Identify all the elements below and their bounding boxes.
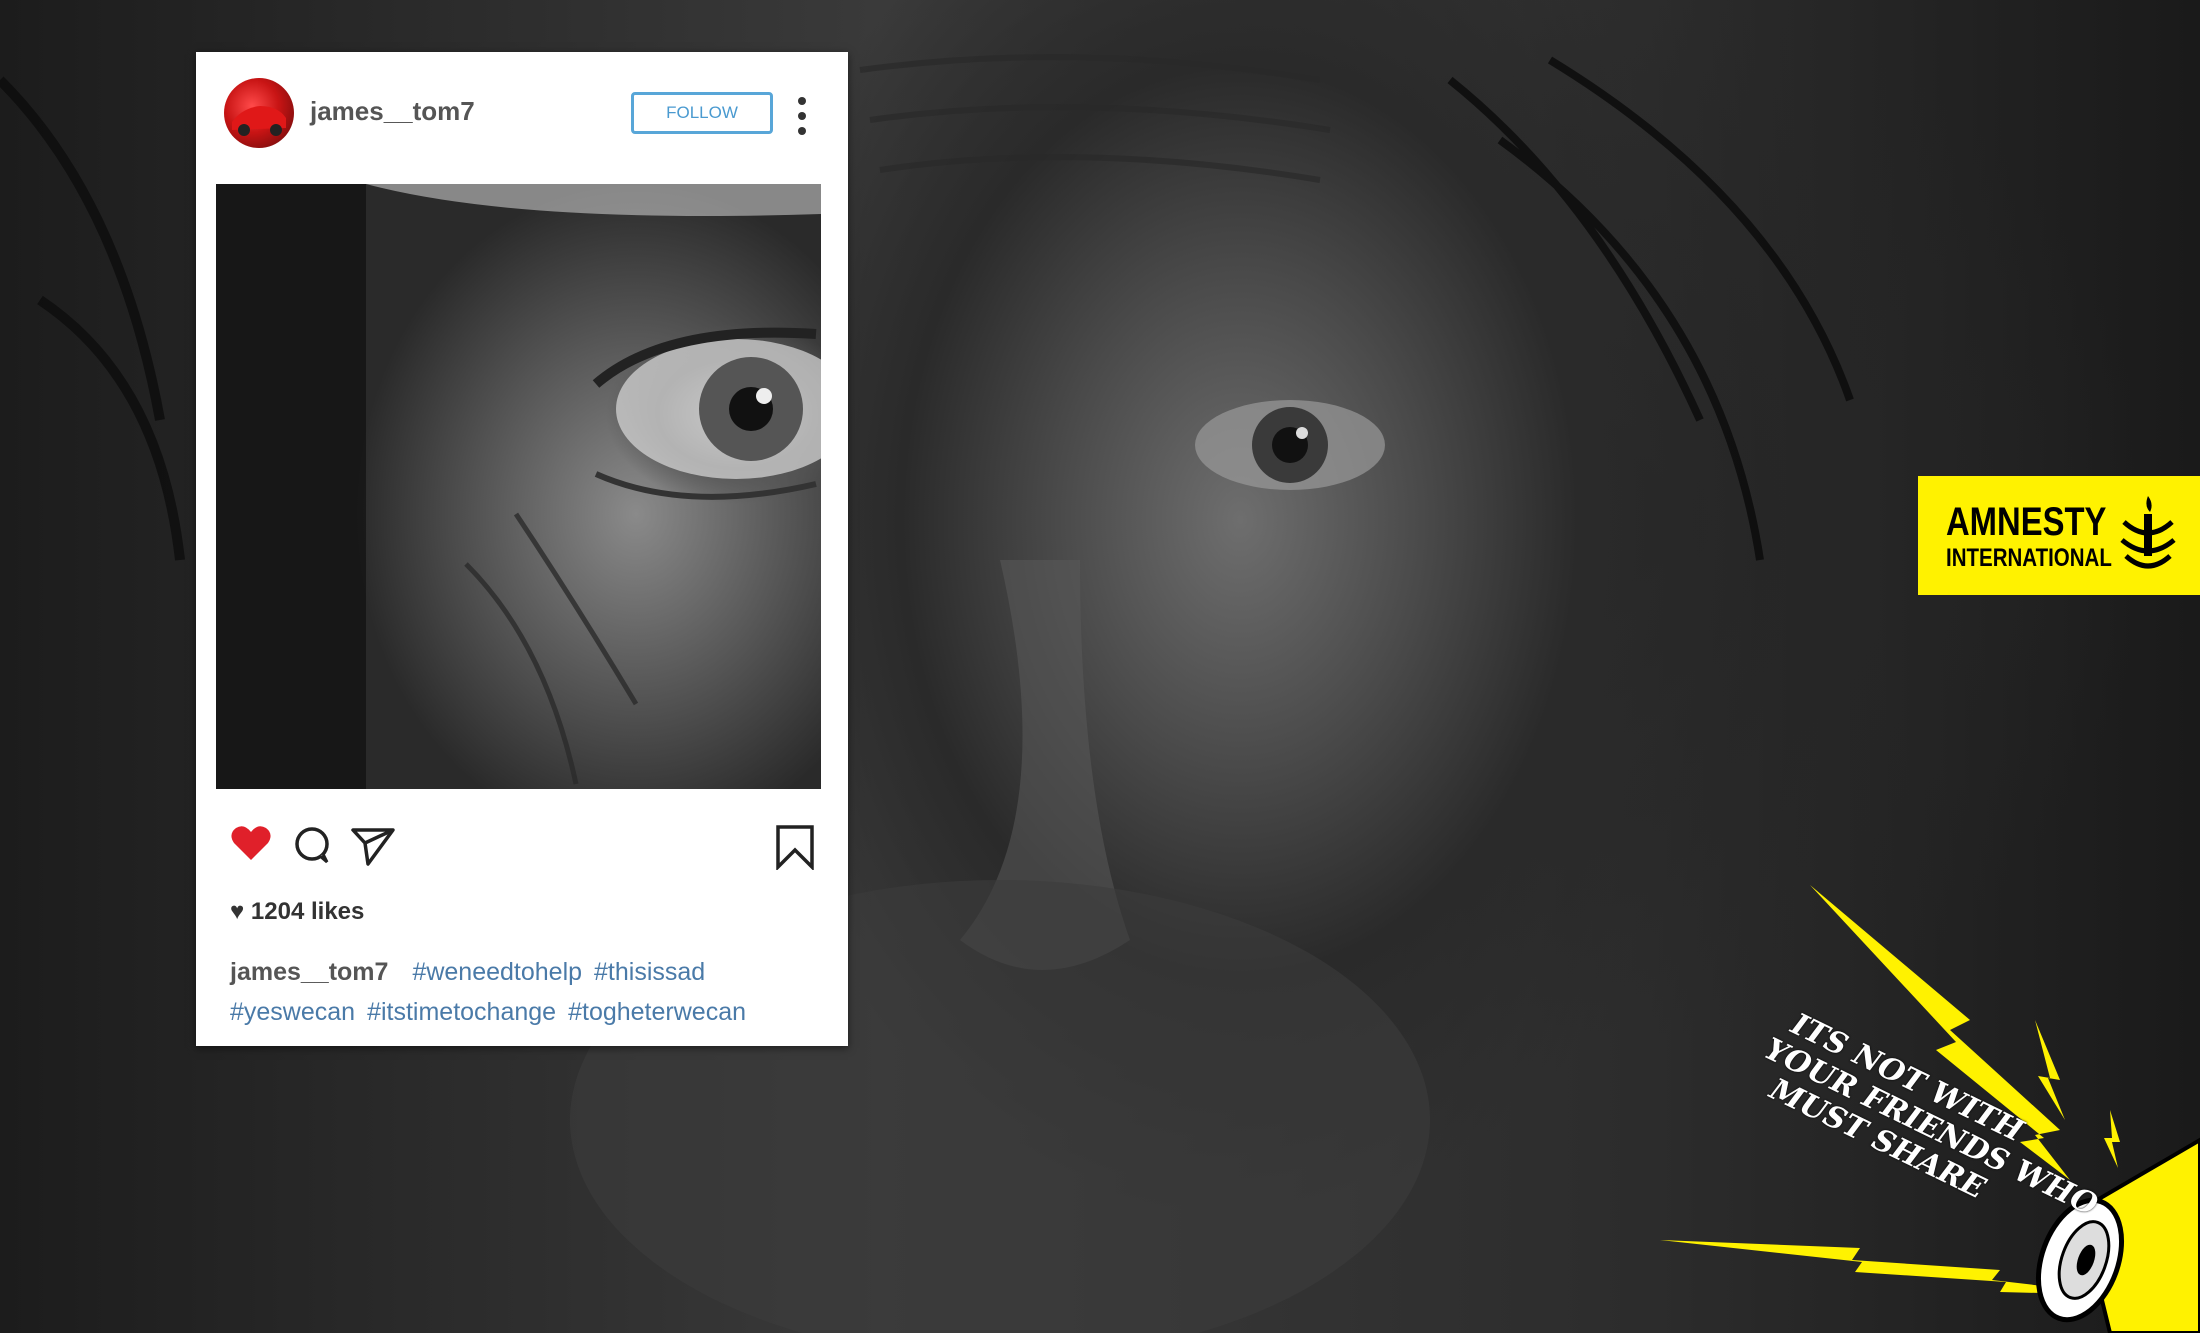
heart-icon[interactable] xyxy=(230,824,272,862)
amnesty-logo: AMNESTY INTERNATIONAL xyxy=(1918,476,2200,595)
hashtag[interactable]: #weneedtohelp xyxy=(412,958,582,986)
caption-username[interactable]: james__tom7 xyxy=(230,958,388,986)
comment-icon[interactable] xyxy=(292,826,332,864)
username[interactable]: james__tom7 xyxy=(310,96,475,127)
more-icon[interactable] xyxy=(796,96,808,136)
hashtag[interactable]: #yeswecan xyxy=(230,998,355,1026)
avatar[interactable] xyxy=(224,78,294,148)
share-icon[interactable] xyxy=(350,826,396,866)
small-heart-icon: ♥ xyxy=(230,898,245,925)
likes-label: 1204 likes xyxy=(250,898,365,925)
instagram-post-card: james__tom7 FOLLOW xyxy=(196,52,848,1046)
post-image xyxy=(216,184,821,789)
logo-line-1: AMNESTY xyxy=(1946,500,2107,544)
logo-line-2: INTERNATIONAL xyxy=(1946,544,2112,572)
likes-count[interactable]: ♥ 1204 likes xyxy=(230,898,364,926)
hashtag[interactable]: #togheterwecan xyxy=(568,998,746,1026)
follow-button[interactable]: FOLLOW xyxy=(631,92,773,134)
candle-icon xyxy=(2120,496,2176,569)
hashtag[interactable]: #thisissad xyxy=(594,958,705,986)
caption: james__tom7 #weneedtohelp #thisissad #yesw… xyxy=(230,952,850,1032)
bookmark-icon[interactable] xyxy=(774,824,816,870)
hashtag[interactable]: #itstimetochange xyxy=(367,998,556,1026)
